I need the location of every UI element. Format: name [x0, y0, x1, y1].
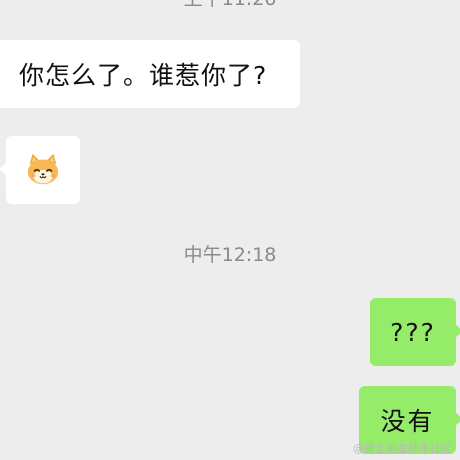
message-text: ???	[390, 317, 436, 347]
message-bubble-incoming-sticker[interactable]	[0, 136, 80, 204]
message-text: 你怎么了。谁惹你了?	[19, 61, 268, 90]
message-bubble-incoming[interactable]: 你怎么了。谁惹你了?	[0, 40, 300, 108]
cat-face-icon	[27, 153, 59, 185]
timestamp-top: 上午11:26	[0, 0, 460, 11]
watermark: @稀土掘金技术社区	[353, 442, 452, 455]
message-text: 没有	[380, 407, 435, 436]
timestamp-middle: 中午12:18	[183, 244, 277, 266]
message-bubble-outgoing[interactable]: ???	[370, 298, 460, 366]
